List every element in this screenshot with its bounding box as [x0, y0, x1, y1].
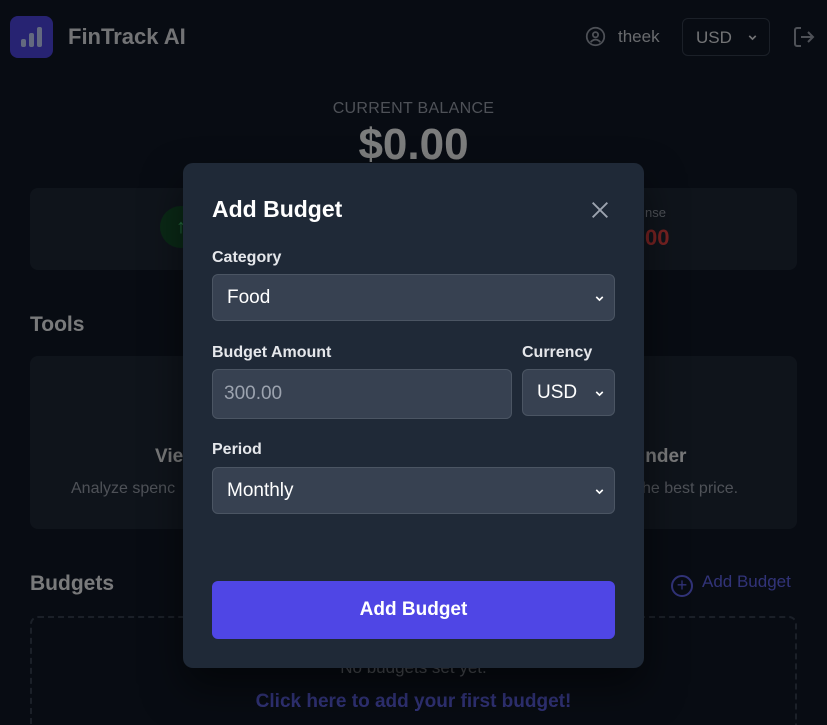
chevron-down-icon [595, 489, 604, 495]
period-select[interactable]: Monthly [212, 467, 615, 514]
budget-amount-input[interactable]: 300.00 [212, 369, 512, 419]
close-icon[interactable] [589, 199, 611, 221]
modal-title: Add Budget [212, 196, 343, 222]
category-select[interactable]: Food [212, 274, 615, 321]
chevron-down-icon [595, 391, 604, 397]
modal-currency-select[interactable]: USD [522, 369, 615, 416]
period-value: Monthly [227, 480, 294, 501]
chevron-down-icon [595, 296, 604, 302]
currency-label: Currency [522, 344, 593, 361]
period-label: Period [212, 441, 262, 458]
category-value: Food [227, 287, 271, 308]
modal-currency-value: USD [537, 382, 578, 403]
add-budget-submit-button[interactable]: Add Budget [212, 581, 615, 639]
add-budget-modal: Add Budget Category Food Budget Amount 3… [183, 163, 644, 668]
category-label: Category [212, 249, 282, 266]
budget-amount-placeholder: 300.00 [224, 383, 283, 404]
amount-label: Budget Amount [212, 344, 332, 361]
